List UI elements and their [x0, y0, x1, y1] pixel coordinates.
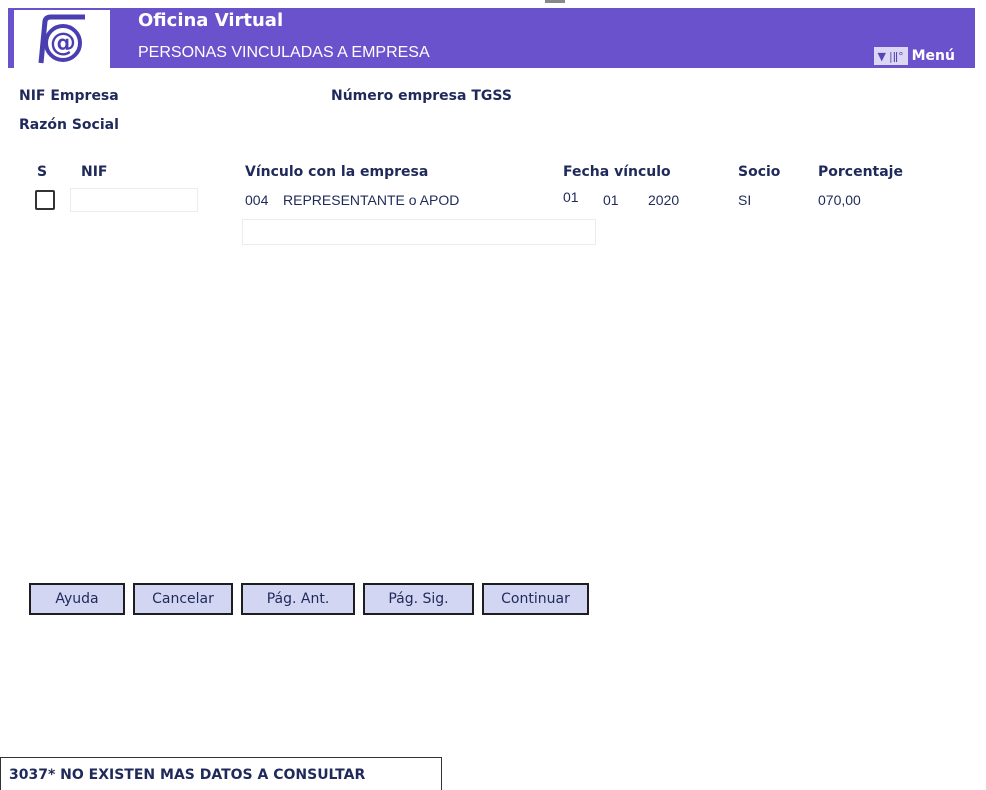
vinculo-text: REPRESENTANTE o APOD — [283, 192, 460, 208]
cancelar-button[interactable]: Cancelar — [133, 583, 233, 615]
status-message: 3037* NO EXISTEN MAS DATOS A CONSULTAR — [0, 757, 442, 790]
menu-icons[interactable]: ▼ |ǁ° — [873, 47, 908, 65]
app-logo: @ — [14, 10, 110, 68]
action-buttons: Ayuda Cancelar Pág. Ant. Pág. Sig. Conti… — [29, 583, 589, 615]
col-header-porcentaje: Porcentaje — [818, 164, 903, 180]
down-arrow-icon: ▼ — [877, 49, 886, 63]
row-nif-field — [70, 188, 198, 212]
razon-social-label: Razón Social — [19, 117, 119, 133]
at-sign-logo-icon: @ — [38, 14, 85, 64]
pag-sig-button[interactable]: Pág. Sig. — [363, 583, 474, 615]
app-title: Oficina Virtual — [138, 10, 284, 31]
fecha-anio: 2020 — [648, 192, 680, 208]
bars-icon: |ǁ° — [889, 49, 904, 63]
col-header-nif: NIF — [81, 164, 108, 180]
col-header-fecha: Fecha vínculo — [563, 164, 671, 180]
fecha-dia: 01 — [563, 189, 579, 205]
app-header: @ Oficina Virtual PERSONAS VINCULADAS A … — [8, 8, 975, 68]
porcentaje-value: 070,00 — [818, 192, 861, 208]
ayuda-button[interactable]: Ayuda — [29, 583, 125, 615]
continuar-button[interactable]: Continuar — [482, 583, 589, 615]
col-header-s: S — [37, 164, 48, 180]
fecha-mes: 01 — [603, 192, 619, 208]
socio-value: SI — [738, 192, 752, 208]
menu-button[interactable]: ▼ |ǁ° Menú — [873, 46, 955, 66]
menu-label[interactable]: Menú — [912, 48, 955, 64]
tgss-label: Número empresa TGSS — [331, 88, 512, 104]
nif-empresa-label: NIF Empresa — [19, 88, 119, 104]
nif-empresa-field — [132, 86, 288, 106]
page-subtitle: PERSONAS VINCULADAS A EMPRESA — [138, 44, 430, 61]
col-header-vinculo: Vínculo con la empresa — [245, 164, 429, 180]
vinculo-code: 004 — [245, 192, 269, 208]
col-header-socio: Socio — [738, 164, 781, 180]
row-name-field — [242, 219, 596, 245]
top-divider-mark — [545, 0, 565, 3]
tgss-field — [536, 86, 638, 106]
row-select-checkbox[interactable] — [35, 190, 55, 210]
pag-ant-button[interactable]: Pág. Ant. — [241, 583, 355, 615]
svg-text:@: @ — [50, 28, 76, 58]
